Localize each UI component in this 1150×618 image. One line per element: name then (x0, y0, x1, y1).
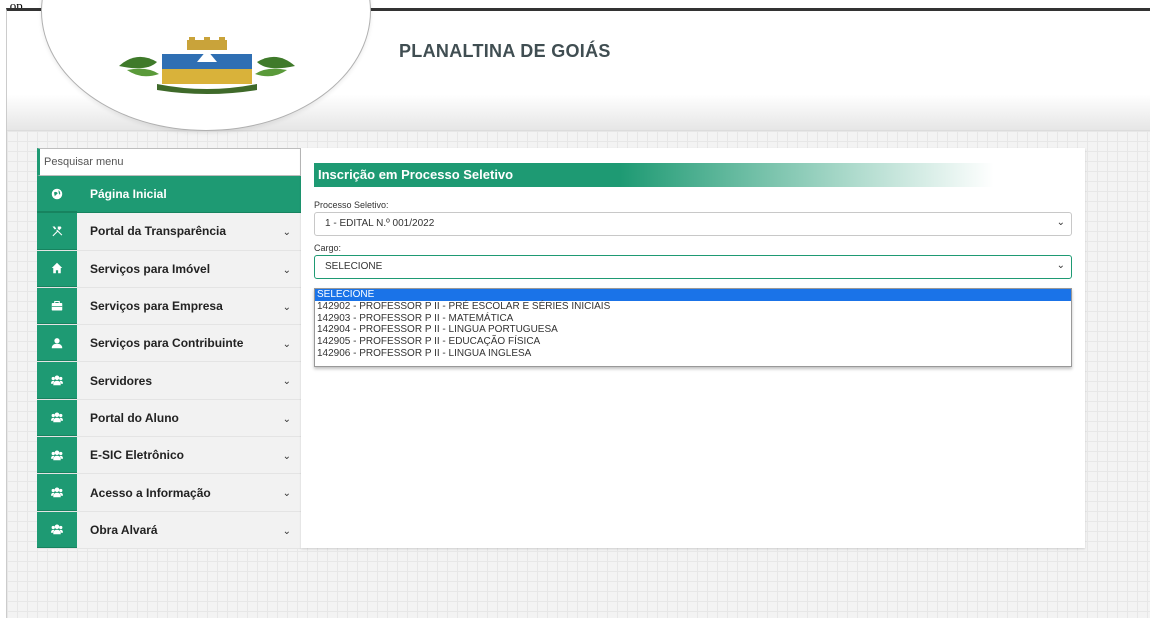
page-frame: PLANALTINA DE GOIÁS Página Inicial Porta… (6, 0, 1150, 618)
cargo-dropdown-list: SELECIONE 142902 - PROFESSOR P II - PRÉ … (314, 288, 1072, 367)
site-title: PLANALTINA DE GOIÁS (399, 41, 611, 61)
cargo-label: Cargo: (314, 243, 342, 253)
dropdown-option[interactable]: 142904 - PROFESSOR P II - LINGUA PORTUGU… (315, 324, 1071, 336)
chevron-down-icon: ⌄ (282, 525, 291, 537)
processo-seletivo-label: Processo Seletivo: (314, 200, 389, 210)
chevron-down-icon: ⌄ (282, 227, 291, 239)
sidebar-item-servicos-imovel[interactable]: Serviços para Imóvel ⌄ (37, 250, 301, 288)
users-icon (37, 474, 77, 511)
users-icon (37, 437, 77, 474)
menu-list: Página Inicial Portal da Transparência ⌄… (37, 176, 301, 549)
panel-heading: Inscrição em Processo Seletivo (314, 163, 994, 187)
sidebar-item-label: Serviços para Contribuinte (90, 336, 244, 351)
sidebar-item-label: Portal do Aluno (90, 410, 179, 425)
globe-icon (37, 176, 77, 213)
sidebar-item-pagina-inicial[interactable]: Página Inicial (37, 176, 301, 214)
processo-seletivo-value: 1 - EDITAL N.º 001/2022 (325, 218, 435, 229)
top-corner-text: _ op (0, 0, 23, 8)
sidebar-item-label: Página Inicial (90, 187, 167, 202)
chevron-down-icon: ⌄ (282, 339, 291, 351)
chevron-down-icon: ⌄ (282, 488, 291, 500)
user-icon (37, 325, 77, 362)
briefcase-icon (37, 287, 77, 325)
users-icon (37, 399, 77, 437)
sidebar-item-esic[interactable]: E-SIC Eletrônico ⌄ (37, 437, 301, 475)
chevron-down-icon: ⌄ (282, 413, 291, 425)
dropdown-option[interactable]: 142906 - PROFESSOR P II - LINGUA INGLESA (315, 348, 1071, 360)
processo-seletivo-select[interactable]: 1 - EDITAL N.º 001/2022 ⌄ (314, 212, 1072, 236)
sidebar-item-servicos-contribuinte[interactable]: Serviços para Contribuinte ⌄ (37, 325, 301, 363)
menu-search-input[interactable] (37, 148, 301, 176)
sidebar-item-acesso-informacao[interactable]: Acesso a Informação ⌄ (37, 474, 301, 512)
municipal-crest-logo[interactable] (117, 36, 297, 96)
chevron-down-icon: ⌄ (282, 451, 291, 463)
dropdown-option[interactable]: SELECIONE (315, 289, 1071, 301)
header: PLANALTINA DE GOIÁS (7, 0, 1150, 131)
dropdown-option[interactable]: 142905 - PROFESSOR P II - EDUCAÇÃO FÍSIC… (315, 336, 1071, 348)
chevron-down-icon: ⌄ (282, 376, 291, 388)
sidebar-item-servidores[interactable]: Servidores ⌄ (37, 362, 301, 400)
users-icon (37, 362, 77, 399)
sidebar-item-label: Portal da Transparência (90, 224, 227, 239)
chevron-down-icon: ⌄ (1056, 260, 1065, 271)
sidebar-item-portal-transparencia[interactable]: Portal da Transparência ⌄ (37, 213, 301, 251)
sidebar-menu: Página Inicial Portal da Transparência ⌄… (37, 148, 301, 549)
chevron-down-icon: ⌄ (1056, 217, 1065, 228)
users-icon (37, 511, 77, 548)
cargo-value: SELECIONE (325, 261, 383, 272)
cargo-select[interactable]: SELECIONE ⌄ (314, 255, 1072, 279)
dropdown-option[interactable]: 142902 - PROFESSOR P II - PRÉ ESCOLAR E … (315, 301, 1071, 313)
content-panel: Inscrição em Processo Seletivo Processo … (301, 148, 1085, 548)
sidebar-item-label: Acesso a Informação (90, 485, 211, 500)
home-icon (37, 250, 77, 287)
sidebar-item-label: Serviços para Imóvel (90, 261, 211, 276)
sidebar-item-label: Servidores (90, 373, 153, 388)
sidebar-item-label: E-SIC Eletrônico (90, 448, 185, 463)
sidebar-item-obra-alvara[interactable]: Obra Alvará ⌄ (37, 511, 301, 549)
dropdown-option[interactable]: 142903 - PROFESSOR P II - MATEMÁTICA (315, 313, 1071, 325)
chevron-down-icon: ⌄ (282, 264, 291, 276)
sidebar-item-portal-aluno[interactable]: Portal do Aluno ⌄ (37, 399, 301, 438)
chevron-down-icon: ⌄ (282, 301, 291, 313)
tools-icon (37, 213, 77, 250)
sidebar-item-label: Obra Alvará (90, 522, 158, 537)
sidebar-item-label: Serviços para Empresa (90, 299, 223, 314)
sidebar-item-servicos-empresa[interactable]: Serviços para Empresa ⌄ (37, 287, 301, 326)
